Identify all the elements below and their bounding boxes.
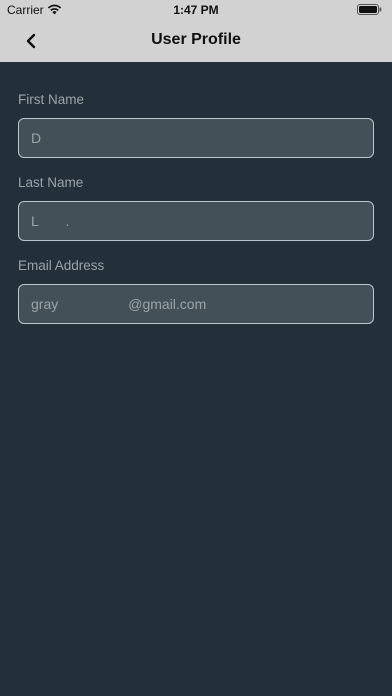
- first-name-label: First Name: [18, 92, 85, 107]
- battery-icon: [357, 4, 382, 15]
- header: Carrier 1:47 PM User Profile: [0, 0, 392, 62]
- status-bar: Carrier 1:47 PM: [0, 0, 392, 20]
- status-time: 1:47 PM: [173, 3, 219, 17]
- page-title: User Profile: [151, 31, 241, 48]
- nav-bar: User Profile: [0, 20, 392, 62]
- first-name-field: First Name: [18, 92, 374, 158]
- last-name-input[interactable]: [18, 201, 374, 241]
- email-label: Email Address: [18, 258, 105, 273]
- profile-form: First Name Last Name Email Address: [18, 92, 374, 341]
- email-input[interactable]: [18, 284, 374, 324]
- last-name-label: Last Name: [18, 175, 84, 190]
- email-field: Email Address: [18, 258, 374, 324]
- first-name-input[interactable]: [18, 118, 374, 158]
- last-name-field: Last Name: [18, 175, 374, 241]
